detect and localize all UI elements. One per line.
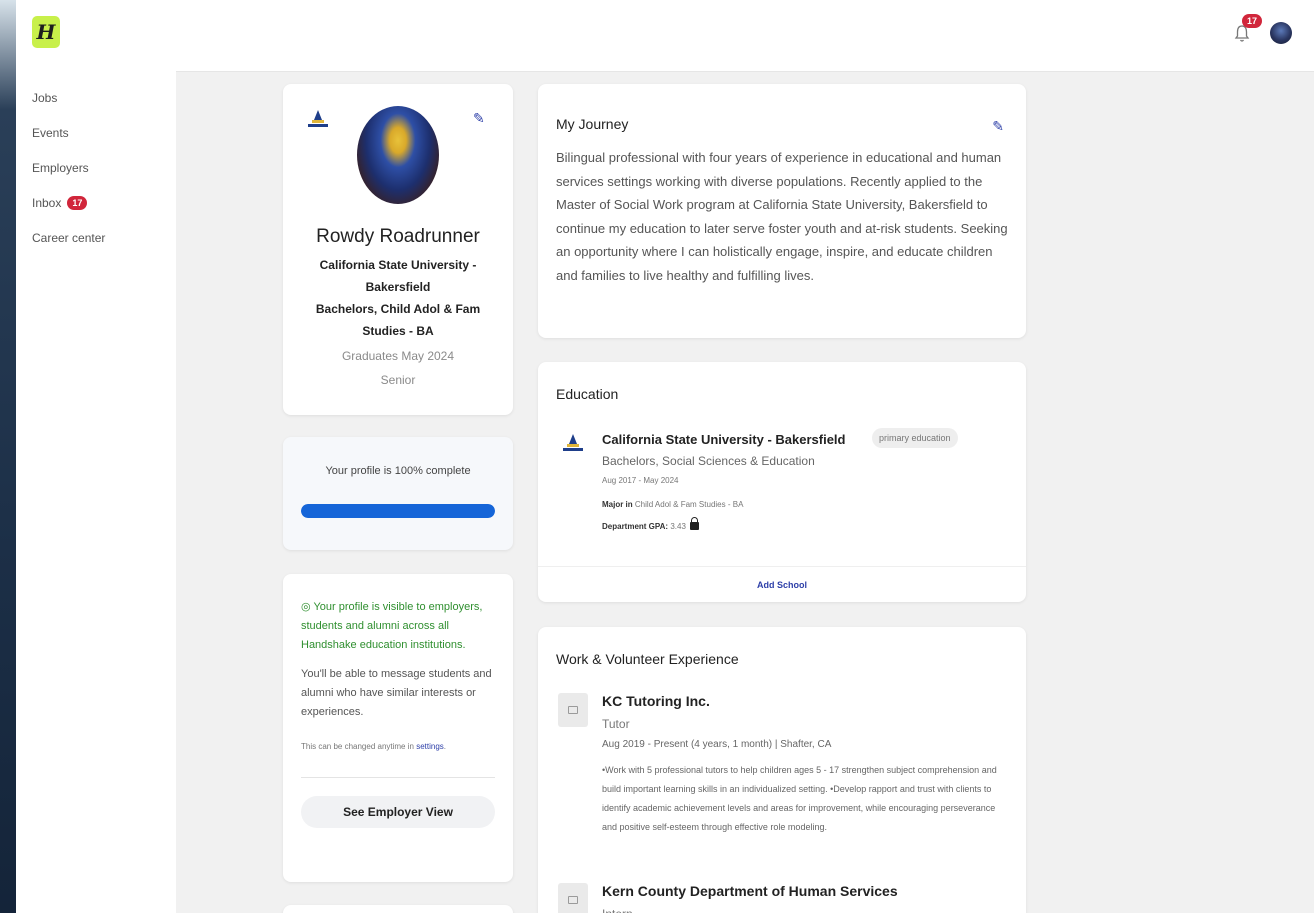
profile-visibility-card: ◎ Your profile is visible to employers, … xyxy=(283,574,513,882)
sidebar-item-events[interactable]: Events xyxy=(32,115,105,150)
education-degree: Bachelors, Social Sciences & Education xyxy=(602,454,815,468)
profile-graduation: Graduates May 2024 xyxy=(341,349,455,363)
sidebar-item-inbox[interactable]: Inbox 17 xyxy=(32,185,105,220)
check-circle-icon: ◎ xyxy=(301,601,314,613)
job-employer[interactable]: Kern County Department of Human Services xyxy=(602,883,898,899)
education-card: Education California State University - … xyxy=(538,362,1026,602)
inbox-count-badge: 17 xyxy=(67,195,88,210)
profile-completion-card: Your profile is 100% complete xyxy=(283,437,513,550)
profile-completion-bar xyxy=(301,504,495,518)
visibility-status: ◎ Your profile is visible to employers, … xyxy=(301,598,495,655)
profile-photo xyxy=(357,106,439,204)
briefcase-icon xyxy=(558,883,588,913)
sidebar-item-career-center[interactable]: Career center xyxy=(32,220,105,255)
profile-school: California State University - Bakersfiel… xyxy=(319,258,477,294)
job-role: Intern xyxy=(602,907,633,913)
visibility-description: You'll be able to message students and a… xyxy=(301,668,492,718)
profile-card: ✎ Rowdy Roadrunner California State Univ… xyxy=(283,84,513,415)
education-gpa: Department GPA: 3.43 xyxy=(602,517,699,531)
settings-link[interactable]: settings xyxy=(416,742,444,751)
journey-title: My Journey xyxy=(556,116,629,132)
edit-pencil-icon[interactable]: ✎ xyxy=(992,118,1004,135)
education-major: Major in Child Adol & Fam Studies - BA xyxy=(602,500,743,509)
job-employer[interactable]: KC Tutoring Inc. xyxy=(602,693,710,709)
sidebar-item-jobs[interactable]: Jobs xyxy=(32,80,105,115)
profile-name: Rowdy Roadrunner xyxy=(316,226,480,247)
education-title: Education xyxy=(556,386,619,402)
visibility-note-text: This can be changed anytime in xyxy=(301,742,414,751)
divider xyxy=(301,777,495,778)
user-avatar[interactable] xyxy=(1270,22,1292,44)
work-title: Work & Volunteer Experience xyxy=(556,651,739,667)
journey-text: Bilingual professional with four years o… xyxy=(556,150,1008,283)
education-school[interactable]: California State University - Bakersfiel… xyxy=(602,432,845,447)
top-bar: 17 xyxy=(176,0,1314,72)
edit-pencil-icon[interactable]: ✎ xyxy=(473,110,485,127)
profile-completion-text: Your profile is 100% complete xyxy=(325,465,471,477)
major-label: Major in xyxy=(602,500,633,509)
next-card xyxy=(283,905,513,913)
profile-degree: Bachelors, Child Adol & Fam Studies - BA xyxy=(315,302,481,338)
education-dates: Aug 2017 - May 2024 xyxy=(602,476,679,485)
my-journey-card: My Journey ✎ Bilingual professional with… xyxy=(538,84,1026,338)
gpa-value: 3.43 xyxy=(670,522,686,531)
profile-completion-fill xyxy=(301,504,495,518)
add-school-button[interactable]: Add School xyxy=(538,566,1026,602)
see-employer-view-button[interactable]: See Employer View xyxy=(301,796,495,828)
notification-count-badge: 17 xyxy=(1241,14,1262,28)
visibility-status-text: Your profile is visible to employers, st… xyxy=(301,601,483,651)
briefcase-icon xyxy=(558,693,588,727)
job-meta: Aug 2019 - Present (4 years, 1 month) | … xyxy=(602,739,832,750)
work-experience-card: Work & Volunteer Experience KC Tutoring … xyxy=(538,627,1026,913)
visibility-note: This can be changed anytime in settings. xyxy=(301,742,447,751)
school-logo xyxy=(303,106,333,138)
profile-class-level: Senior xyxy=(380,373,416,387)
lock-icon xyxy=(689,517,699,530)
sidebar-item-employers[interactable]: Employers xyxy=(32,150,105,185)
job-description: •Work with 5 professional tutors to help… xyxy=(602,765,997,832)
gpa-label: Department GPA: xyxy=(602,522,669,531)
sidebar: H Jobs Events Employers Inbox 17 Career … xyxy=(16,0,176,913)
primary-education-tag: primary education xyxy=(872,428,958,448)
major-value: Child Adol & Fam Studies - BA xyxy=(634,500,744,509)
job-role: Tutor xyxy=(602,717,630,731)
left-window-edge xyxy=(0,0,16,913)
handshake-logo[interactable]: H xyxy=(32,16,60,48)
sidebar-item-label: Inbox xyxy=(32,195,62,210)
sidebar-nav: Jobs Events Employers Inbox 17 Career ce… xyxy=(32,80,105,255)
school-logo xyxy=(558,430,586,458)
